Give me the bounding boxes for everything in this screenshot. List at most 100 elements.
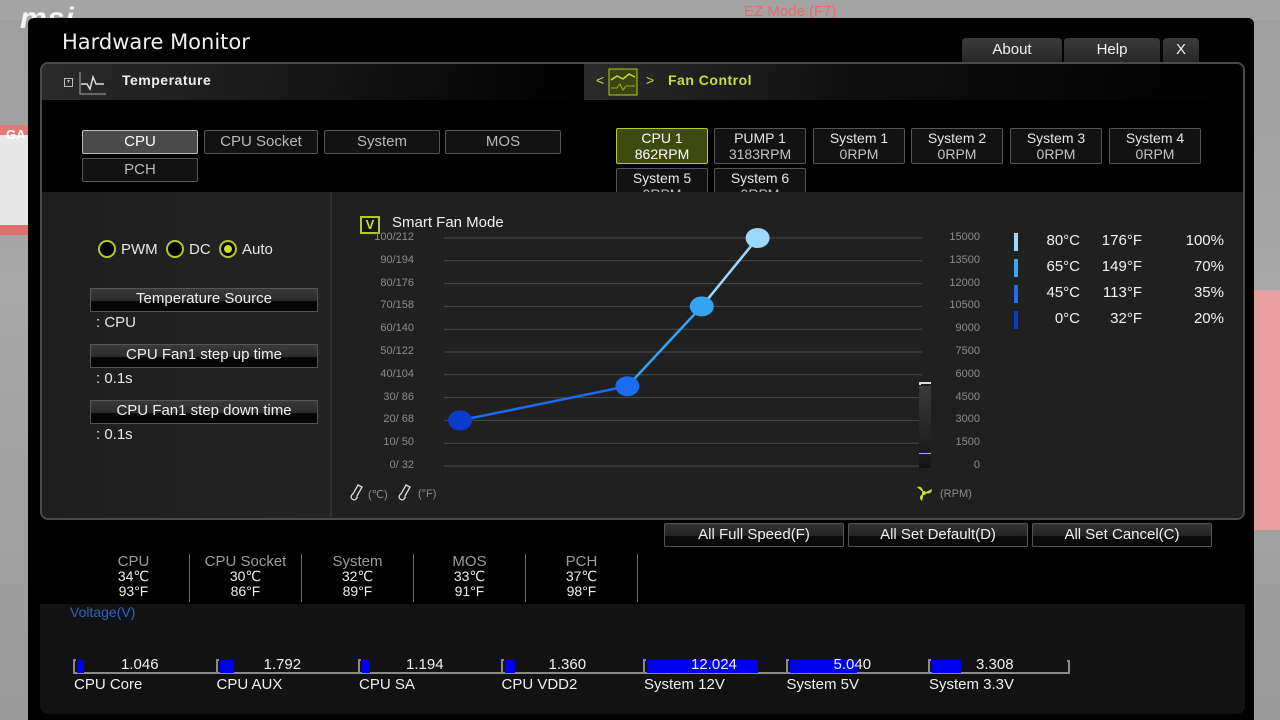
temp-name: CPU Socket [204, 553, 287, 570]
temp-celsius: 32℃ [341, 568, 374, 584]
temp-celsius: 33℃ [453, 568, 486, 584]
temp-source-cpu-socket[interactable]: CPU Socket [204, 130, 318, 154]
voltage-bar [504, 660, 515, 673]
voltage-tick [643, 659, 646, 674]
radio-dc-circle[interactable] [166, 240, 185, 258]
radio-dc[interactable]: DC [166, 240, 211, 258]
collapse-icon[interactable]: ▾ [64, 78, 73, 87]
legend-swatch [1014, 311, 1018, 329]
radio-dc-label: DC [189, 241, 211, 258]
voltage-tick [785, 659, 789, 674]
prev-section-button[interactable]: < [596, 72, 604, 88]
radio-pwm[interactable]: PWM [98, 240, 158, 258]
fan-rpm: 0RPM [1135, 146, 1175, 162]
voltage-value: 1.360 [548, 656, 587, 673]
voltage-label: CPU VDD2 [501, 676, 578, 693]
temp-fahrenheit: 93°F [118, 583, 149, 599]
voltage-label: CPU SA [359, 676, 415, 693]
fan-mode-radio-group: PWM DC Auto [98, 240, 273, 258]
voltage-value: 3.308 [976, 656, 1014, 673]
legend-celsius: 65°C [1046, 258, 1080, 275]
temp-source-cpu[interactable]: CPU [82, 130, 198, 154]
temp-source-mos[interactable]: MOS [445, 130, 561, 154]
radio-pwm-circle[interactable] [98, 240, 116, 258]
radio-auto-circle[interactable] [219, 240, 238, 258]
voltage-value: 1.046 [121, 656, 159, 673]
temp-readout-cpu-socket: CPU Socket 30℃ 86°F [190, 554, 302, 602]
legend-swatch [1014, 233, 1018, 251]
voltage-tick [928, 659, 931, 674]
step-down-time-button[interactable]: CPU Fan1 step down time [90, 400, 318, 424]
bios-side-panel-right [1252, 290, 1280, 530]
fan-name: System 5 [632, 170, 692, 186]
fan-system1[interactable]: System 1 0RPM [813, 128, 905, 164]
voltage-label: System 3.3V [929, 676, 1015, 693]
legend-percent: 100% [1185, 232, 1224, 249]
rpm-meter-level [919, 452, 931, 454]
unit-fahrenheit-label: (°F) [418, 488, 437, 500]
close-button[interactable]: X [1163, 38, 1199, 64]
temp-celsius: 37℃ [565, 568, 598, 584]
curve-point-handle[interactable] [689, 296, 714, 317]
curve-segment [700, 237, 759, 308]
temp-source-system[interactable]: System [324, 130, 440, 154]
temp-name: CPU [117, 553, 150, 570]
radio-pwm-label: PWM [121, 241, 158, 258]
curve-segment [626, 305, 703, 388]
all-set-default-button[interactable]: All Set Default(D) [848, 523, 1028, 547]
temperature-graph-icon [79, 72, 106, 95]
fan-rpm: 0RPM [937, 146, 977, 162]
step-up-time-button[interactable]: CPU Fan1 step up time [90, 344, 318, 368]
radio-auto-label: Auto [242, 241, 273, 258]
temp-source-pch[interactable]: PCH [82, 158, 198, 182]
fan-pump1[interactable]: PUMP 1 3183RPM [714, 128, 806, 164]
voltage-axis-end [1067, 660, 1070, 674]
legend-swatch [1014, 285, 1018, 303]
fan-name: System 2 [927, 130, 987, 146]
temp-celsius: 34℃ [117, 568, 150, 584]
legend-percent: 20% [1193, 310, 1224, 327]
legend-celsius: 0°C [1054, 310, 1080, 327]
curve-point-handle[interactable] [615, 376, 640, 397]
all-set-cancel-button[interactable]: All Set Cancel(C) [1032, 523, 1212, 547]
voltage-bar [362, 660, 370, 673]
rpm-meter-marker [919, 382, 931, 385]
voltage-bar [77, 660, 84, 673]
hardware-monitor-window: Hardware Monitor About Help X ▾ Temperat… [28, 18, 1254, 720]
legend-celsius: 80°C [1046, 232, 1080, 249]
window-title: Hardware Monitor [62, 30, 250, 54]
fan-name: System 1 [829, 130, 889, 146]
fan-name: PUMP 1 [734, 130, 786, 146]
voltage-label: CPU AUX [216, 676, 283, 693]
fan-control-header-label: Fan Control [668, 72, 753, 88]
unit-celsius-label: (℃) [368, 489, 388, 501]
legend-percent: 35% [1193, 284, 1224, 301]
fan-settings-section: PWM DC Auto Temperature Source : CPU CPU… [42, 192, 1243, 518]
curve-point-handle[interactable] [745, 228, 770, 248]
fan-system2[interactable]: System 2 0RPM [911, 128, 1003, 164]
all-full-speed-button[interactable]: All Full Speed(F) [664, 523, 844, 547]
fan-system4[interactable]: System 4 0RPM [1109, 128, 1201, 164]
voltage-tick [215, 659, 219, 674]
unit-rpm-label: (RPM) [940, 488, 972, 500]
voltage-tick [500, 659, 504, 674]
fan-system3[interactable]: System 3 0RPM [1010, 128, 1102, 164]
temperature-source-button[interactable]: Temperature Source [90, 288, 318, 312]
fan-cpu1[interactable]: CPU 1 862RPM [616, 128, 708, 164]
about-button[interactable]: About [962, 38, 1062, 64]
temp-fahrenheit: 98°F [566, 583, 597, 599]
fan-rpm: 862RPM [634, 146, 690, 162]
voltage-tick [358, 659, 361, 674]
voltage-label: System 12V [644, 676, 725, 693]
help-button[interactable]: Help [1064, 38, 1160, 64]
legend-fahrenheit: 113°F [1102, 284, 1142, 301]
legend-fahrenheit: 149°F [1101, 258, 1142, 275]
temperature-header-label: Temperature [122, 72, 212, 88]
fan-mode-panel: PWM DC Auto Temperature Source : CPU CPU… [42, 192, 332, 518]
next-section-button[interactable]: > [646, 72, 654, 88]
legend-fahrenheit: 32°F [1110, 310, 1142, 327]
step-up-time-value: : 0.1s [96, 370, 133, 387]
fan-rpm: 3183RPM [728, 146, 792, 162]
curve-point-handle[interactable] [448, 410, 472, 431]
radio-auto[interactable]: Auto [219, 240, 273, 258]
